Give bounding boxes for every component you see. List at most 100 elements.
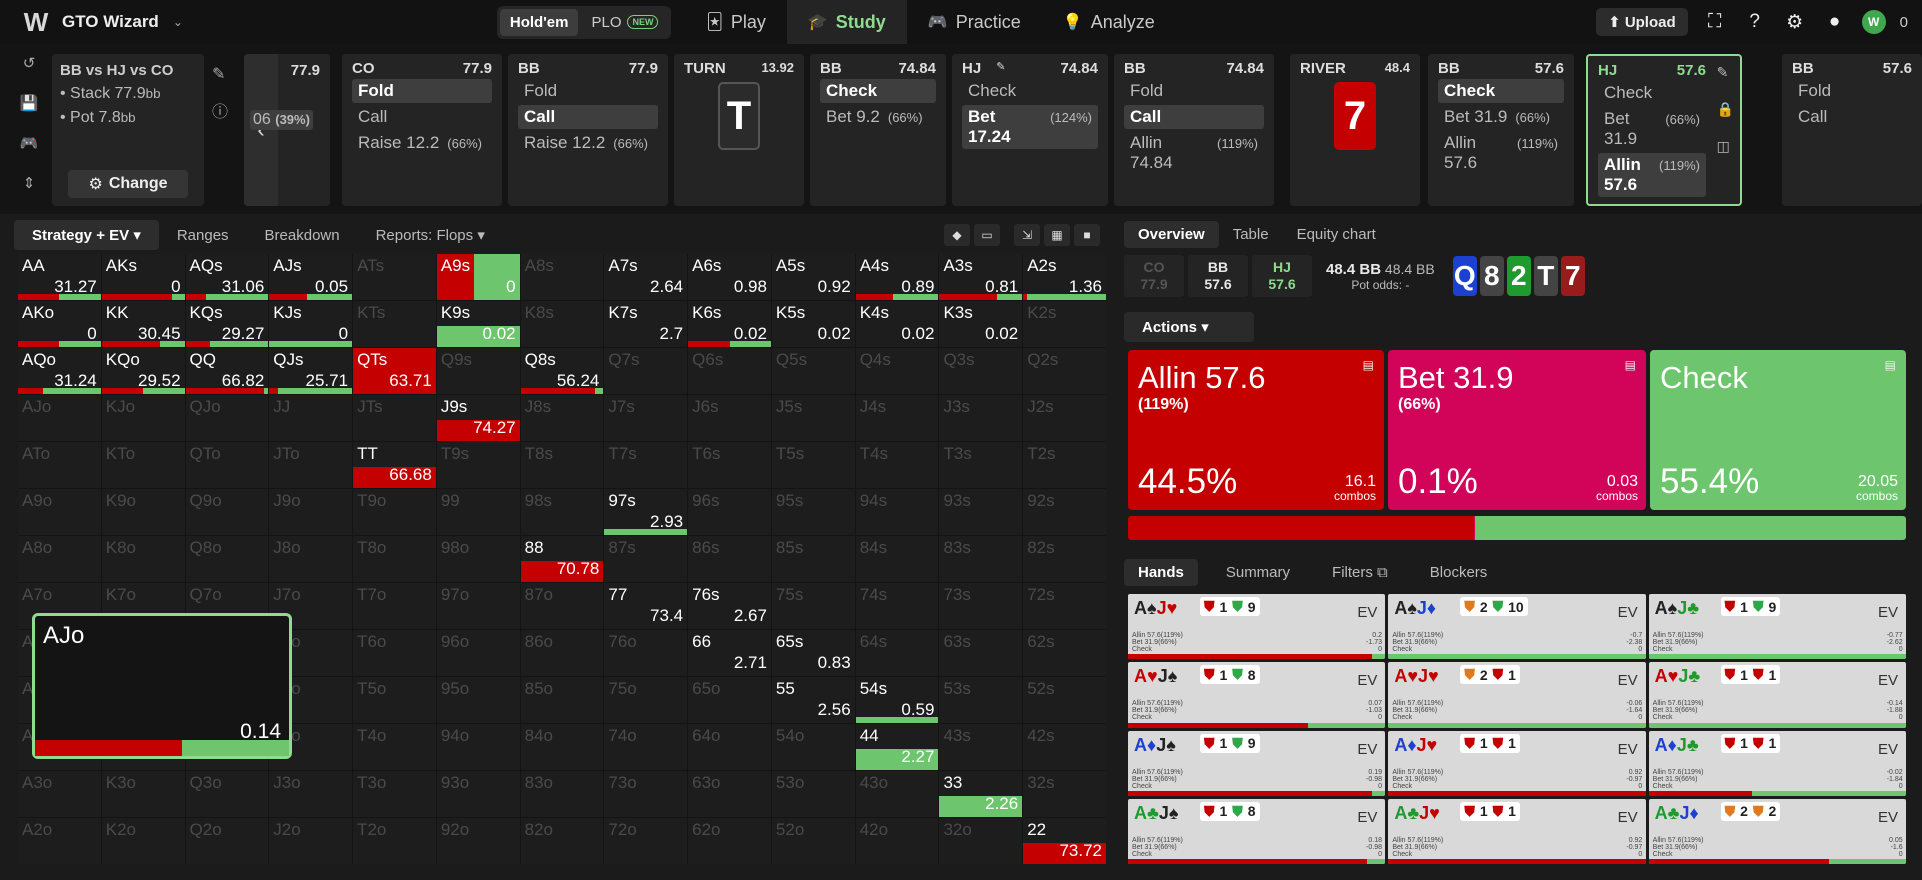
matrix-cell-65o[interactable]: 65o [688, 677, 771, 723]
matrix-cell-KTo[interactable]: KTo [101, 442, 185, 488]
matrix-cell-66[interactable]: 66 2.71 [688, 630, 771, 676]
matrix-cell-92o[interactable]: 92o [436, 818, 520, 864]
matrix-cell-92s[interactable]: 92s [1023, 489, 1106, 535]
matrix-cell-44[interactable]: 44 2.27 [855, 724, 939, 770]
action-box-1[interactable]: Bet 31.9 (66%) 0.1% 0.03 combos ▤ [1388, 350, 1646, 510]
matrix-cell-T8s[interactable]: T8s [520, 442, 604, 488]
matrix-cell-Q8s[interactable]: Q8s 56.24 [520, 348, 604, 394]
matrix-cell-T8o[interactable]: T8o [353, 536, 436, 582]
matrix-cell-74o[interactable]: 74o [604, 724, 688, 770]
matrix-cell-QTs[interactable]: QTs 63.71 [353, 348, 436, 394]
node-action[interactable]: Raise 12.2 (66%) [518, 131, 658, 155]
matrix-cell-82s[interactable]: 82s [1023, 536, 1106, 582]
matrix-cell-54o[interactable]: 54o [771, 724, 855, 770]
tab-summary[interactable]: Summary [1212, 559, 1304, 586]
matrix-cell-93s[interactable]: 93s [939, 489, 1023, 535]
hand-combo-cell[interactable]: A ♠ J ♦ ⛊ 2 ⛊ 10 EV Allin 57.6(119%) -0.7 Bet 31.9(… [1388, 594, 1646, 660]
matrix-cell-53s[interactable]: 53s [939, 677, 1023, 723]
matrix-cell-K2s[interactable]: K2s [1023, 301, 1106, 347]
matrix-cell-64s[interactable]: 64s [855, 630, 939, 676]
matrix-cell-82o[interactable]: 82o [520, 818, 604, 864]
matrix-cell-QTo[interactable]: QTo [185, 442, 269, 488]
node-action[interactable]: Fold [352, 79, 492, 103]
matrix-cell-ATs[interactable]: ATs [353, 254, 436, 300]
nav-analyze[interactable]: 💡 Analyze [1042, 0, 1176, 44]
tab-reports-flops[interactable]: Reports: Flops ▾ [358, 220, 503, 250]
matrix-cell-75o[interactable]: 75o [604, 677, 688, 723]
matrix-cell-63s[interactable]: 63s [939, 630, 1023, 676]
node-action[interactable]: Allin 57.6 (119%) [1598, 153, 1706, 197]
matrix-cell-AJs[interactable]: AJs 0.05 [269, 254, 353, 300]
tab-blockers[interactable]: Blockers [1416, 559, 1502, 586]
reset-icon[interactable]: ↺ [23, 54, 36, 72]
matrix-cell-43o[interactable]: 43o [855, 771, 939, 817]
matrix-cell-86s[interactable]: 86s [688, 536, 771, 582]
matrix-cell-97o[interactable]: 97o [436, 583, 520, 629]
matrix-cell-T2s[interactable]: T2s [1023, 442, 1106, 488]
split-view-icon[interactable]: ▭ [974, 224, 1000, 246]
matrix-cell-T7o[interactable]: T7o [353, 583, 436, 629]
matrix-cell-96s[interactable]: 96s [688, 489, 771, 535]
node-action[interactable]: Check [1438, 79, 1564, 103]
matrix-cell-65s[interactable]: 65s 0.83 [771, 630, 855, 676]
matrix-cell-A2o[interactable]: A2o [18, 818, 101, 864]
matrix-cell-Q2o[interactable]: Q2o [185, 818, 269, 864]
matrix-cell-K8s[interactable]: K8s [520, 301, 604, 347]
matrix-cell-K2o[interactable]: K2o [101, 818, 185, 864]
action-box-2[interactable]: Check 55.4% 20.05 combos ▤ [1650, 350, 1906, 510]
hand-combo-cell[interactable]: A ♥ J ♠ ⛊ 1 ⛊ 8 EV Allin 57.6(119%) 0.07 Bet 31.9(6… [1128, 662, 1386, 728]
matrix-cell-JJ[interactable]: JJ [269, 395, 353, 441]
node-action[interactable]: Call [518, 105, 658, 129]
node-bb[interactable]: BB 74.84 Check Bet 9.2 (66%) [810, 54, 946, 206]
previous-node[interactable]: ‹ 77.9 06 (39%) [244, 54, 330, 206]
tab-equity-chart[interactable]: Equity chart [1283, 221, 1390, 248]
matrix-cell-73s[interactable]: 73s [939, 583, 1023, 629]
matrix-cell-85o[interactable]: 85o [520, 677, 604, 723]
matrix-cell-A3s[interactable]: A3s 0.81 [939, 254, 1023, 300]
matrix-cell-53o[interactable]: 53o [771, 771, 855, 817]
save-icon[interactable]: 💾 [20, 94, 39, 112]
grid-icon[interactable]: ▦ [1044, 224, 1070, 246]
lock-icon[interactable]: 🔒 [1717, 101, 1734, 118]
matrix-cell-KQo[interactable]: KQo 29.52 [101, 348, 185, 394]
tab-ranges[interactable]: Ranges [159, 221, 247, 250]
logo-icon[interactable]: W [22, 7, 50, 37]
node-action[interactable]: Fold [1124, 79, 1264, 103]
hand-combo-cell[interactable]: A ♠ J ♣ ⛊ 1 ⛊ 9 EV Allin 57.6(119%) -0.77 Bet 31.9(… [1648, 594, 1906, 660]
matrix-cell-93o[interactable]: 93o [436, 771, 520, 817]
matrix-cell-87s[interactable]: 87s [604, 536, 688, 582]
matrix-cell-J9o[interactable]: J9o [269, 489, 353, 535]
mode-plo[interactable]: PLO NEW [581, 9, 668, 36]
matrix-cell-A6s[interactable]: A6s 0.98 [688, 254, 771, 300]
matrix-cell-A4s[interactable]: A4s 0.89 [855, 254, 939, 300]
node-action[interactable]: Bet 31.9 (66%) [1598, 107, 1706, 151]
matrix-cell-A5s[interactable]: A5s 0.92 [771, 254, 855, 300]
node-hj[interactable]: HJ ✎ 74.84 Check Bet 17.24 (124%) [952, 54, 1108, 206]
matrix-cell-T9o[interactable]: T9o [353, 489, 436, 535]
matrix-cell-43s[interactable]: 43s [939, 724, 1023, 770]
action-box-0[interactable]: Allin 57.6 (119%) 44.5% 16.1 combos ▤ [1128, 350, 1384, 510]
square-icon[interactable]: ■ [1074, 224, 1100, 246]
matrix-cell-AJo[interactable]: AJo [18, 395, 101, 441]
matrix-cell-62o[interactable]: 62o [688, 818, 771, 864]
matrix-cell-AQo[interactable]: AQo 31.24 [18, 348, 101, 394]
matrix-cell-T9s[interactable]: T9s [436, 442, 520, 488]
node-action[interactable]: Allin 57.6 (119%) [1438, 131, 1564, 175]
tab-strategy-ev[interactable]: Strategy + EV ▾ [14, 220, 159, 250]
matrix-cell-J7s[interactable]: J7s [604, 395, 688, 441]
matrix-cell-Q9o[interactable]: Q9o [185, 489, 269, 535]
matrix-cell-KK[interactable]: KK 30.45 [101, 301, 185, 347]
matrix-cell-A2s[interactable]: A2s 1.36 [1023, 254, 1106, 300]
pencil-icon[interactable]: ✎ [1717, 64, 1734, 81]
matrix-cell-ATo[interactable]: ATo [18, 442, 101, 488]
matrix-cell-Q4s[interactable]: Q4s [855, 348, 939, 394]
matrix-cell-K4s[interactable]: K4s 0.02 [855, 301, 939, 347]
matrix-cell-T6s[interactable]: T6s [688, 442, 771, 488]
hand-combo-cell[interactable]: A ♣ J ♦ ⛊ 2 ⛊ 2 EV Allin 57.6(119%) 0.05 Bet 31.9(6… [1648, 798, 1906, 864]
matrix-cell-Q7s[interactable]: Q7s [604, 348, 688, 394]
node-bb[interactable]: BB 77.9 Fold Call Raise 12.2 (66%) [508, 54, 668, 206]
matrix-cell-Q9s[interactable]: Q9s [436, 348, 520, 394]
matrix-cell-T2o[interactable]: T2o [353, 818, 436, 864]
matrix-cell-K7s[interactable]: K7s 2.7 [604, 301, 688, 347]
gear-icon[interactable]: ⚙ [1782, 9, 1808, 35]
